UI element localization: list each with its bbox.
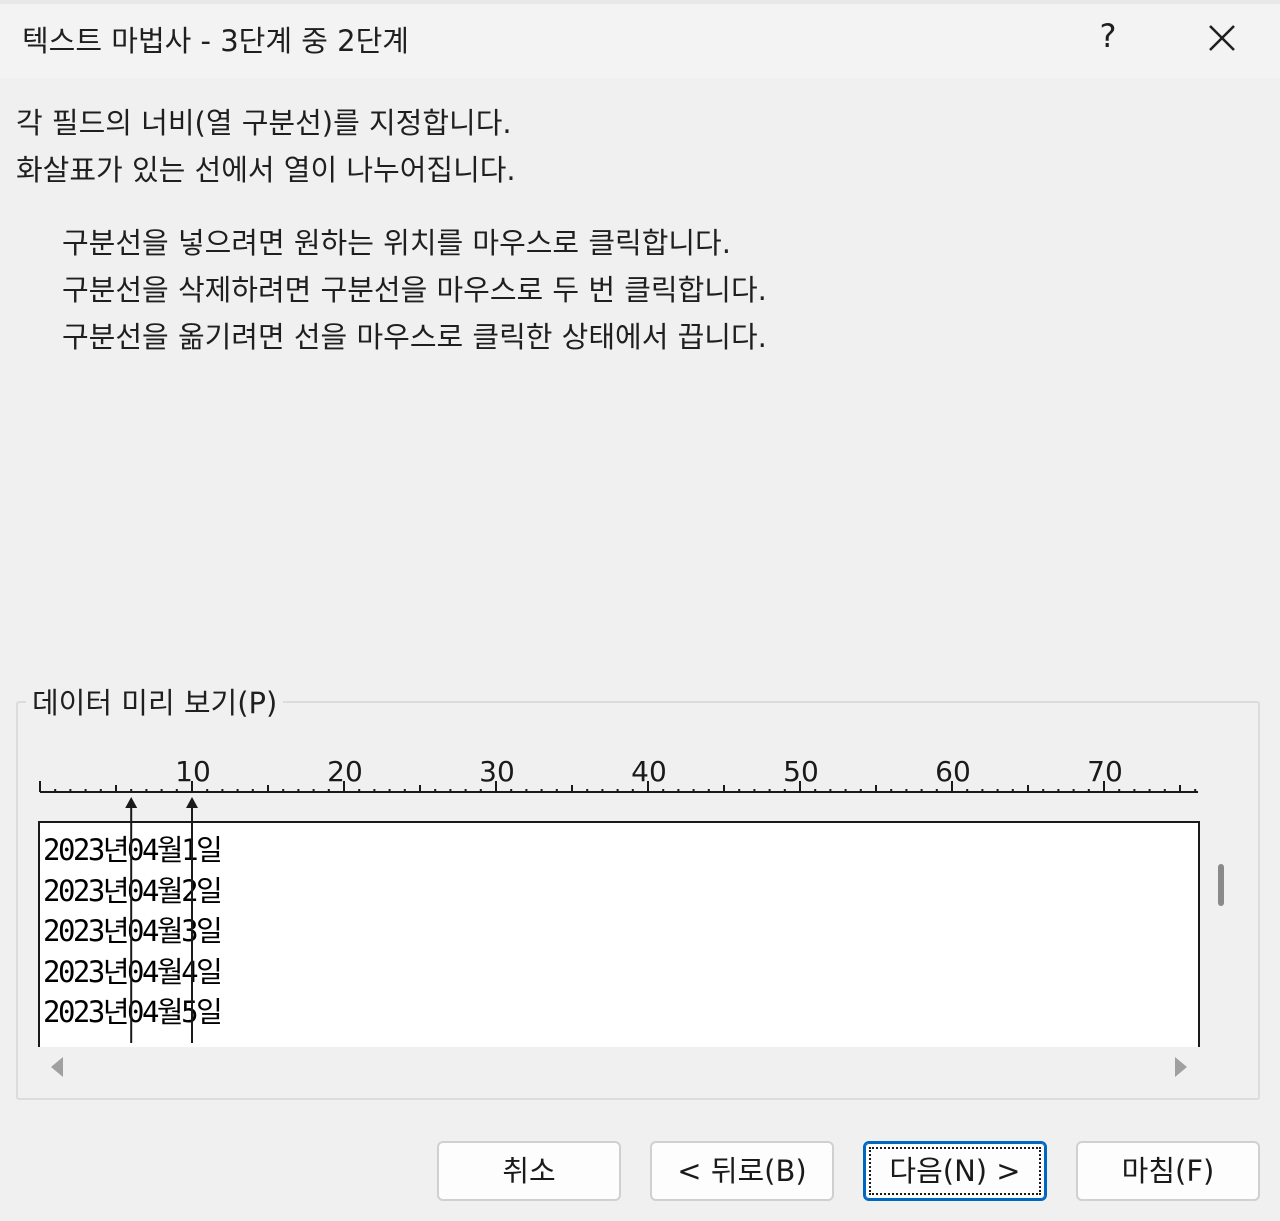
preview-row: 2023년04월1일 xyxy=(43,833,223,867)
back-button-label: < 뒤로(B) xyxy=(677,1154,807,1188)
instruction-bullet-2: 구분선을 삭제하려면 구분선을 마우스로 두 번 클릭합니다. xyxy=(62,273,767,307)
title-bar: 텍스트 마법사 - 3단계 중 2단계 ? xyxy=(0,0,1280,78)
instruction-bullet-3: 구분선을 옮기려면 선을 마우스로 클릭한 상태에서 끕니다. xyxy=(62,320,767,354)
title-bar-strip xyxy=(0,0,1280,4)
vertical-scrollbar-thumb[interactable] xyxy=(1218,864,1224,906)
finish-button[interactable]: 마침(F) xyxy=(1076,1141,1260,1201)
help-button[interactable]: ? xyxy=(1094,14,1122,58)
window-title: 텍스트 마법사 - 3단계 중 2단계 xyxy=(22,24,409,58)
next-button[interactable]: 다음(N) > xyxy=(863,1141,1047,1201)
preview-row: 2023년04월5일 xyxy=(43,995,223,1029)
instruction-bullet-1: 구분선을 넣으려면 원하는 위치를 마우스로 클릭합니다. xyxy=(62,226,731,260)
data-preview-label: 데이터 미리 보기(P) xyxy=(26,680,284,722)
preview-row: 2023년04월4일 xyxy=(43,954,223,989)
instruction-line-1: 각 필드의 너비(열 구분선)를 지정합니다. xyxy=(16,106,512,140)
preview-row: 2023년04월2일 xyxy=(43,873,223,908)
back-button[interactable]: < 뒤로(B) xyxy=(650,1141,834,1201)
preview-row: 2023년04월3일 xyxy=(43,914,223,948)
close-icon xyxy=(1209,25,1235,51)
cancel-button[interactable]: 취소 xyxy=(437,1141,621,1201)
finish-button-label: 마침(F) xyxy=(1121,1154,1215,1188)
next-button-label: 다음(N) > xyxy=(889,1154,1021,1188)
scroll-left-button[interactable] xyxy=(48,1054,68,1080)
close-button[interactable] xyxy=(1198,14,1246,62)
scroll-right-icon xyxy=(1175,1057,1187,1077)
data-preview-box[interactable]: 2023년04월1일 2023년04월2일 2023년04월3일 2023년04월4일… xyxy=(38,821,1200,1047)
scroll-left-icon xyxy=(51,1057,63,1077)
cancel-button-label: 취소 xyxy=(502,1154,556,1188)
scroll-right-button[interactable] xyxy=(1170,1054,1190,1080)
instruction-line-2: 화살표가 있는 선에서 열이 나누어집니다. xyxy=(16,153,516,187)
